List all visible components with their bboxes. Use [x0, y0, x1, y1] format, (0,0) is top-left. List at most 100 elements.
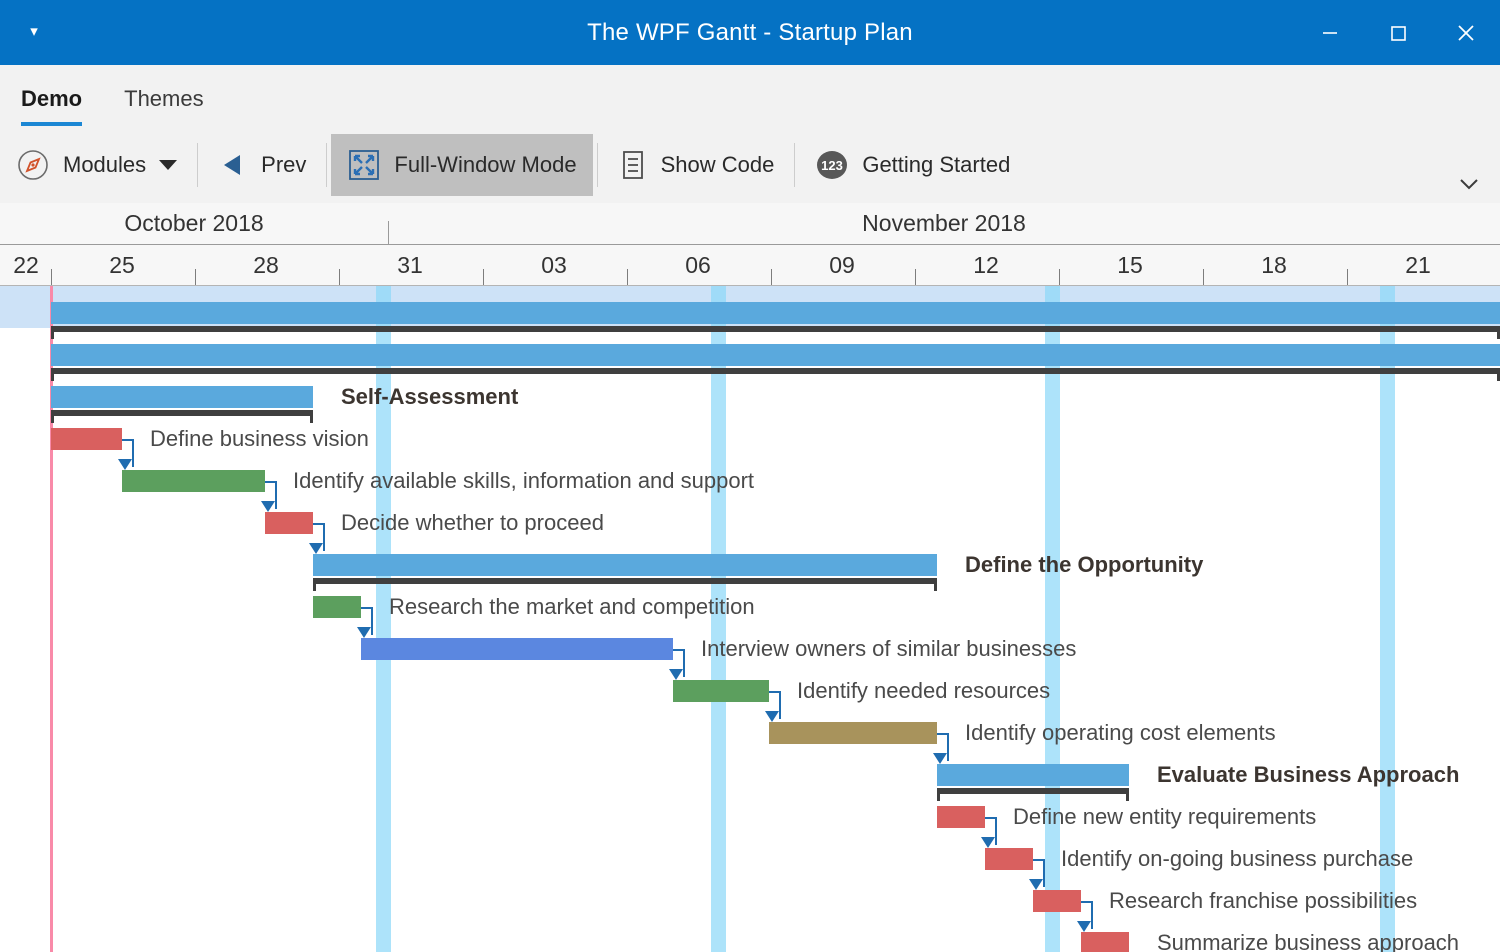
gantt-task-label: Identify available skills, information a…: [293, 470, 754, 492]
timeline-tick: [1203, 269, 1204, 286]
gantt-summary-underline: [51, 368, 1500, 374]
timeline-tick: [1059, 269, 1060, 286]
gantt-summary-label: Define the Opportunity: [965, 554, 1203, 576]
gantt-task-bar[interactable]: [985, 848, 1033, 870]
gantt-summary-bar[interactable]: [51, 302, 1500, 324]
gantt-summary-bar[interactable]: [51, 344, 1500, 366]
gantt-summary-bar[interactable]: [313, 554, 937, 576]
toolbar-separator: [326, 143, 327, 187]
timeline-month-divider: [388, 221, 389, 244]
timeline-day-label: 12: [946, 245, 1026, 286]
timeline-day-label: 22: [0, 245, 66, 286]
close-button[interactable]: [1432, 0, 1500, 65]
toolbar-separator: [794, 143, 795, 187]
timeline-day-label: 25: [82, 245, 162, 286]
full-window-mode-button[interactable]: Full-Window Mode: [331, 134, 592, 196]
gantt-summary-cap: [937, 788, 940, 801]
timeline-day-label: 18: [1234, 245, 1314, 286]
ribbon-tabs: Demo Themes: [0, 77, 225, 125]
gantt-task-bar[interactable]: [361, 638, 673, 660]
prev-label: Prev: [261, 152, 306, 178]
gantt-task-label: Interview owners of similar businesses: [701, 638, 1076, 660]
timeline-tick: [771, 269, 772, 286]
show-code-label: Show Code: [661, 152, 775, 178]
full-window-mode-label: Full-Window Mode: [394, 152, 576, 178]
window-controls: [1296, 0, 1500, 65]
dependency-link: [779, 691, 781, 719]
gantt-task-bar[interactable]: [673, 680, 769, 702]
timeline-tick: [1347, 269, 1348, 286]
gantt-task-bar[interactable]: [265, 512, 313, 534]
dependency-arrow-icon: [1077, 921, 1091, 932]
compass-icon: [16, 148, 50, 182]
gantt-summary-cap: [313, 578, 316, 591]
timeline-day-label: 31: [370, 245, 450, 286]
gantt-summary-label: Evaluate Business Approach: [1157, 764, 1459, 786]
dependency-link: [995, 817, 997, 845]
tab-themes[interactable]: Themes: [103, 77, 224, 121]
gantt-task-label: Define business vision: [150, 428, 369, 450]
gantt-task-bar[interactable]: [51, 428, 122, 450]
gantt-task-bar[interactable]: [1081, 932, 1129, 952]
dependency-link: [947, 733, 949, 761]
getting-started-button[interactable]: 123 Getting Started: [799, 134, 1026, 196]
svg-text:123: 123: [821, 158, 843, 173]
tab-demo-label: Demo: [21, 86, 82, 111]
gantt-summary-underline: [313, 578, 937, 584]
dependency-link: [683, 649, 685, 677]
dependency-arrow-icon: [261, 501, 275, 512]
dependency-link: [371, 607, 373, 635]
gantt-summary-underline: [937, 788, 1129, 794]
timeline-day-label: 09: [802, 245, 882, 286]
dependency-arrow-icon: [765, 711, 779, 722]
gantt-task-bar[interactable]: [769, 722, 937, 744]
gantt-summary-underline: [51, 326, 1500, 332]
modules-label: Modules: [63, 152, 146, 178]
dependency-link: [1091, 901, 1093, 929]
dependency-arrow-icon: [1029, 879, 1043, 890]
gantt-task-label: Identify needed resources: [797, 680, 1050, 702]
chevron-down-icon[interactable]: [1456, 173, 1482, 195]
modules-button[interactable]: Modules: [0, 134, 193, 196]
dependency-arrow-icon: [933, 753, 947, 764]
tab-demo[interactable]: Demo: [0, 77, 103, 121]
gantt-task-bar[interactable]: [313, 596, 361, 618]
timeline-day-label: 21: [1378, 245, 1458, 286]
timeline-days-row: 2225283103060912151821: [0, 245, 1500, 286]
weekend-band: [711, 286, 726, 952]
gantt-chart-area[interactable]: Self-Assessment Define business vision Ide…: [0, 286, 1500, 952]
timeline-day-label: 03: [514, 245, 594, 286]
show-code-button[interactable]: Show Code: [602, 134, 791, 196]
toolbar-separator: [197, 143, 198, 187]
gantt-summary-bar[interactable]: [51, 386, 313, 408]
tab-themes-label: Themes: [124, 86, 203, 111]
gantt-task-label: Identify operating cost elements: [965, 722, 1276, 744]
minimize-button[interactable]: [1296, 0, 1364, 65]
maximize-button[interactable]: [1364, 0, 1432, 65]
gantt-task-bar[interactable]: [1033, 890, 1081, 912]
gantt-summary-cap: [310, 410, 313, 423]
dependency-link: [323, 523, 325, 551]
gantt-summary-bar[interactable]: [937, 764, 1129, 786]
prev-button[interactable]: Prev: [202, 134, 322, 196]
gantt-summary-label: Self-Assessment: [341, 386, 518, 408]
gantt-task-bar[interactable]: [122, 470, 265, 492]
timeline-tick: [483, 269, 484, 286]
fullscreen-arrows-icon: [347, 148, 381, 182]
gantt-task-label: Summarize business approach: [1157, 932, 1459, 952]
timeline-months-row: October 2018November 2018: [0, 203, 1500, 244]
timeline-month-label: October 2018: [0, 203, 388, 244]
gantt-task-label: Research franchise possibilities: [1109, 890, 1417, 912]
123-badge-icon: 123: [815, 148, 849, 182]
timeline-month-label: November 2018: [388, 203, 1500, 244]
gantt-summary-cap: [51, 326, 54, 339]
dependency-link: [275, 481, 277, 509]
dependency-arrow-icon: [357, 627, 371, 638]
chevron-down-icon[interactable]: [159, 160, 177, 170]
timeline-day-label: 28: [226, 245, 306, 286]
timeline-tick: [51, 269, 52, 286]
gantt-summary-underline: [51, 410, 313, 416]
gantt-task-label: Research the market and competition: [389, 596, 755, 618]
gantt-task-bar[interactable]: [937, 806, 985, 828]
dependency-link: [132, 439, 134, 467]
